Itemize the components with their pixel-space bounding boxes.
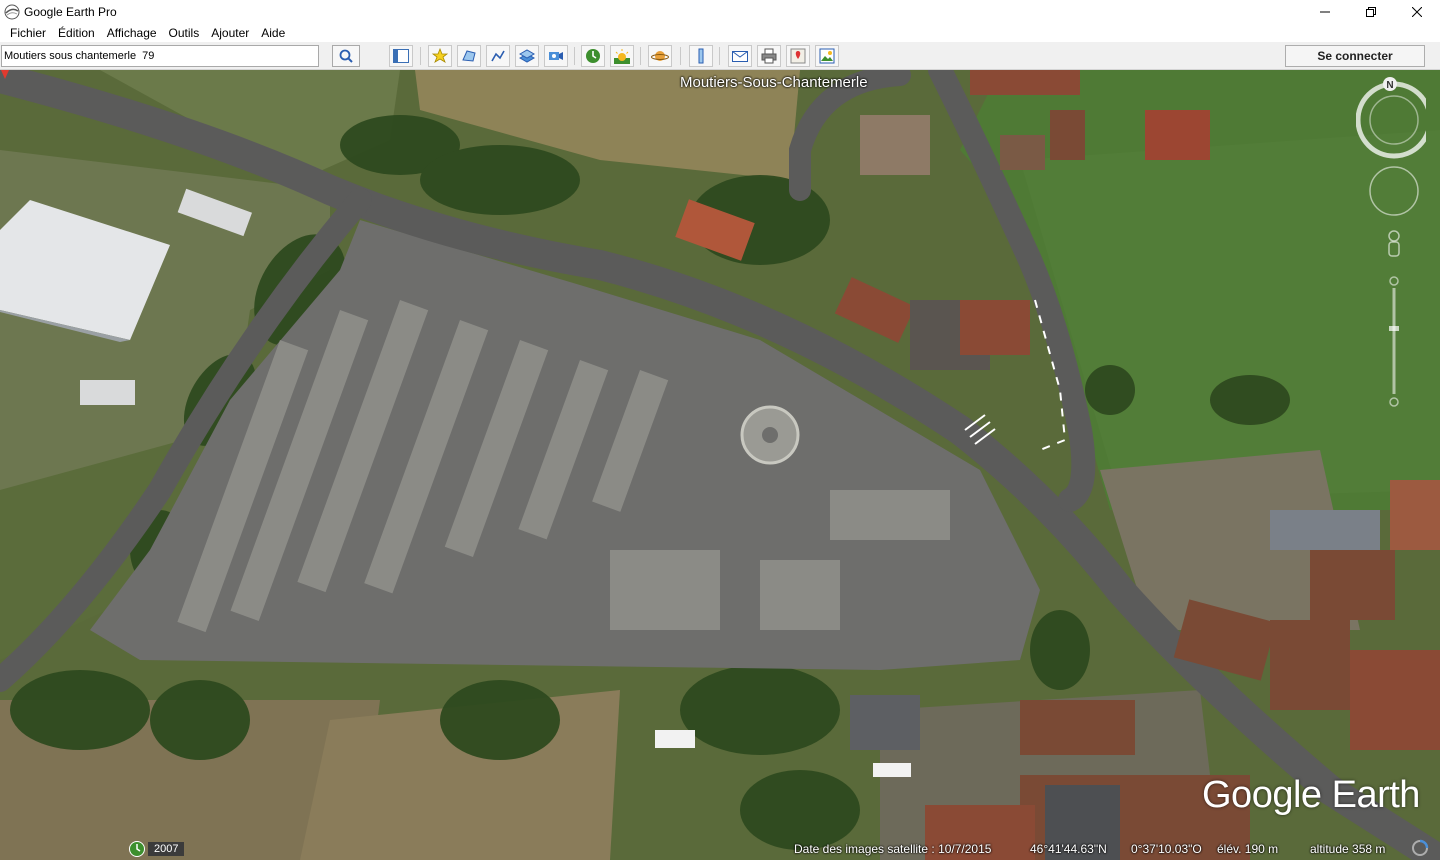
toolbar-separator [680, 47, 681, 65]
latitude-readout: 46°41'44.63"N [1030, 842, 1107, 856]
print-button[interactable] [757, 45, 781, 67]
elevation-readout: élév. 190 m [1217, 842, 1279, 856]
search-input[interactable] [1, 45, 319, 67]
zoom-slider[interactable] [1389, 276, 1399, 407]
compass-north-label: N [1386, 80, 1393, 91]
sunlight-button[interactable] [610, 45, 634, 67]
street-view-pegman-icon[interactable] [1388, 230, 1400, 257]
google-earth-logo: Google Earth [1202, 774, 1420, 816]
toolbar-separator [719, 47, 720, 65]
record-tour-button[interactable] [544, 45, 568, 67]
title-bar: Google Earth Pro [0, 0, 1440, 23]
menu-outils[interactable]: Outils [163, 26, 206, 40]
navigation-controls-graphic: N [1356, 77, 1426, 407]
historical-imagery-indicator[interactable]: 2007 [128, 840, 185, 858]
minimize-icon [1320, 11, 1330, 12]
sunlight-icon [614, 49, 630, 64]
imagery-date: Date des images satellite : 10/7/2015 [794, 842, 992, 856]
sidebar-icon [393, 49, 409, 63]
placemark-pin-icon[interactable] [0, 70, 10, 80]
planets-icon [651, 51, 669, 61]
google-maps-icon [790, 48, 806, 64]
google-earth-app-icon [4, 4, 20, 19]
place-label[interactable]: Moutiers-Sous-Chantemerle [680, 74, 868, 91]
streaming-progress-icon [1412, 839, 1429, 856]
historical-imagery-clock-icon [129, 841, 145, 857]
restore-icon [1366, 6, 1376, 17]
status-bar: 2007 Date des images satellite : 10/7/20… [0, 836, 1440, 860]
toolbar-separator [640, 47, 641, 65]
historical-imagery-icon [586, 49, 600, 63]
print-icon [761, 48, 777, 64]
menu-edition[interactable]: Édition [52, 26, 101, 40]
sign-in-button[interactable]: Se connecter [1285, 45, 1425, 67]
navigation-controls: N [1356, 76, 1426, 416]
record-tour-icon [549, 52, 563, 60]
add-placemark-button[interactable] [428, 45, 452, 67]
menu-ajouter[interactable]: Ajouter [205, 26, 255, 40]
historical-imagery-button[interactable] [581, 45, 605, 67]
satellite-imagery [0, 70, 1440, 860]
menu-fichier[interactable]: Fichier [4, 26, 52, 40]
placemark-icon [432, 48, 448, 63]
sidebar-button[interactable] [389, 45, 413, 67]
restore-button[interactable] [1348, 0, 1394, 23]
history-year-label: 2007 [148, 842, 185, 856]
look-joystick[interactable] [1369, 166, 1419, 216]
planets-button[interactable] [648, 45, 672, 67]
ruler-icon [698, 48, 704, 64]
minimize-button[interactable] [1302, 0, 1348, 23]
ruler-button[interactable] [689, 45, 713, 67]
email-icon [732, 51, 748, 62]
polygon-icon [462, 50, 476, 62]
toolbar: Se connecter [0, 42, 1440, 70]
close-button[interactable] [1394, 0, 1440, 23]
save-image-button[interactable] [815, 45, 839, 67]
toolbar-separator [574, 47, 575, 65]
altitude-readout: altitude 358 m [1310, 842, 1386, 856]
menu-affichage[interactable]: Affichage [101, 26, 163, 40]
search-icon [339, 49, 353, 63]
map-view[interactable]: Moutiers-Sous-Chantemerle N Google Earth [0, 70, 1440, 860]
window-controls [1302, 0, 1440, 23]
menu-bar: Fichier Édition Affichage Outils Ajouter… [0, 23, 1440, 42]
add-overlay-button[interactable] [515, 45, 539, 67]
add-polygon-button[interactable] [457, 45, 481, 67]
google-maps-button[interactable] [786, 45, 810, 67]
save-image-icon [819, 48, 835, 64]
add-path-button[interactable] [486, 45, 510, 67]
toolbar-separator [420, 47, 421, 65]
search-button[interactable] [332, 45, 360, 67]
path-icon [491, 50, 505, 62]
menu-aide[interactable]: Aide [255, 26, 291, 40]
longitude-readout: 0°37'10.03"O [1131, 842, 1202, 856]
window-title: Google Earth Pro [24, 4, 117, 19]
close-icon [1412, 6, 1422, 17]
overlay-icon [519, 49, 535, 63]
email-button[interactable] [728, 45, 752, 67]
